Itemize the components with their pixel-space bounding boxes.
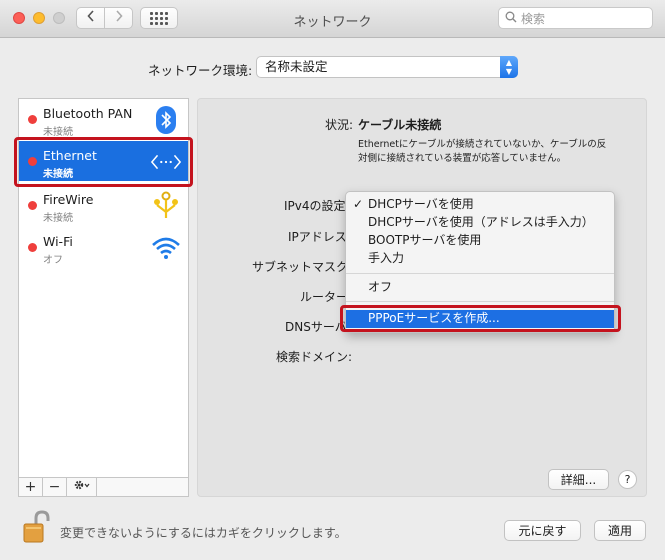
wifi-icon: [150, 232, 182, 264]
service-status: 未接続: [43, 127, 73, 138]
search-field[interactable]: 検索: [498, 7, 653, 29]
status-dot-red: [28, 157, 37, 166]
router-label: ルーター: [300, 290, 349, 304]
gear-icon: [73, 479, 91, 495]
lock-message: 変更できないようにするにはカギをクリックします。: [60, 526, 347, 540]
action-menu-button[interactable]: [67, 478, 97, 496]
service-name: Ethernet: [43, 148, 97, 163]
dns-server-label: DNSサーバ: [285, 320, 347, 334]
status-dot-red: [28, 201, 37, 210]
help-button[interactable]: ?: [618, 470, 637, 489]
service-item-wifi[interactable]: Wi-Fi オフ: [19, 227, 188, 267]
updown-chevron-icon: ▲ ▼: [500, 56, 518, 78]
status-dot-red: [28, 115, 37, 124]
revert-button[interactable]: 元に戻す: [504, 520, 581, 541]
menu-item-off[interactable]: オフ: [346, 279, 614, 296]
service-list: Bluetooth PAN 未接続 Ethernet 未接続 FireWire …: [18, 98, 189, 497]
service-name: Wi-Fi: [43, 234, 73, 249]
menu-item-bootp[interactable]: BOOTPサーバを使用: [346, 232, 614, 249]
menu-item-dhcp[interactable]: ✓ DHCPサーバを使用: [346, 196, 614, 213]
menu-item-label: DHCPサーバを使用（アドレスは手入力）: [368, 215, 594, 229]
menu-separator: [346, 301, 614, 302]
status-description: Ethernetにケーブルが接続されていないか、ケーブルの反対側に接続されている…: [358, 139, 607, 164]
service-list-toolbar: + −: [19, 477, 188, 496]
checkmark-icon: ✓: [353, 197, 364, 211]
menu-separator: [346, 273, 614, 274]
ipv4-config-menu: ✓ DHCPサーバを使用 DHCPサーバを使用（アドレスは手入力） BOOTPサ…: [345, 191, 615, 333]
apply-button[interactable]: 適用: [594, 520, 646, 541]
menu-item-label: DHCPサーバを使用: [368, 197, 474, 211]
service-name: FireWire: [43, 192, 94, 207]
remove-service-button[interactable]: −: [43, 478, 67, 496]
status-value: ケーブル未接続: [358, 118, 442, 132]
ethernet-arrows-icon: [150, 146, 182, 178]
firewire-icon: [150, 190, 182, 222]
search-icon: [505, 11, 521, 26]
add-service-button[interactable]: +: [19, 478, 43, 496]
service-name: Bluetooth PAN: [43, 106, 133, 121]
service-item-ethernet[interactable]: Ethernet 未接続: [19, 141, 188, 181]
service-status: 未接続: [43, 213, 73, 224]
location-select[interactable]: 名称未設定 ▲ ▼: [256, 56, 518, 78]
ip-address-label: IPアドレス: [288, 230, 347, 244]
menu-item-manual[interactable]: 手入力: [346, 250, 614, 267]
title-bar: ネットワーク 検索: [0, 0, 665, 38]
menu-item-label: 手入力: [368, 251, 405, 265]
menu-item-create-pppoe[interactable]: PPPoEサービスを作成...: [346, 310, 614, 328]
advanced-button[interactable]: 詳細...: [548, 469, 609, 490]
status-label: 状況:: [325, 118, 354, 132]
lock-icon[interactable]: [22, 510, 50, 543]
network-preferences-window: ネットワーク 検索 ネットワーク環境: 名称未設定 ▲ ▼ Bluetooth P…: [0, 0, 665, 560]
service-item-firewire[interactable]: FireWire 未接続: [19, 185, 188, 225]
bluetooth-icon: [150, 104, 182, 136]
search-placeholder: 検索: [521, 11, 546, 26]
subnet-mask-label: サブネットマスク: [252, 260, 349, 274]
menu-item-label: PPPoEサービスを作成...: [368, 311, 500, 325]
service-status: 未接続: [43, 169, 73, 180]
service-item-bluetooth-pan[interactable]: Bluetooth PAN 未接続: [19, 99, 188, 139]
status-dot-red: [28, 243, 37, 252]
ipv4-config-label: IPv4の設定: [284, 199, 346, 213]
location-label: ネットワーク環境:: [148, 63, 253, 78]
menu-item-dhcp-manual[interactable]: DHCPサーバを使用（アドレスは手入力）: [346, 214, 614, 231]
location-value: 名称未設定: [265, 59, 328, 74]
service-status: オフ: [43, 255, 63, 266]
search-domain-label: 検索ドメイン:: [276, 350, 353, 364]
menu-item-label: オフ: [368, 280, 393, 294]
menu-item-label: BOOTPサーバを使用: [368, 233, 482, 247]
